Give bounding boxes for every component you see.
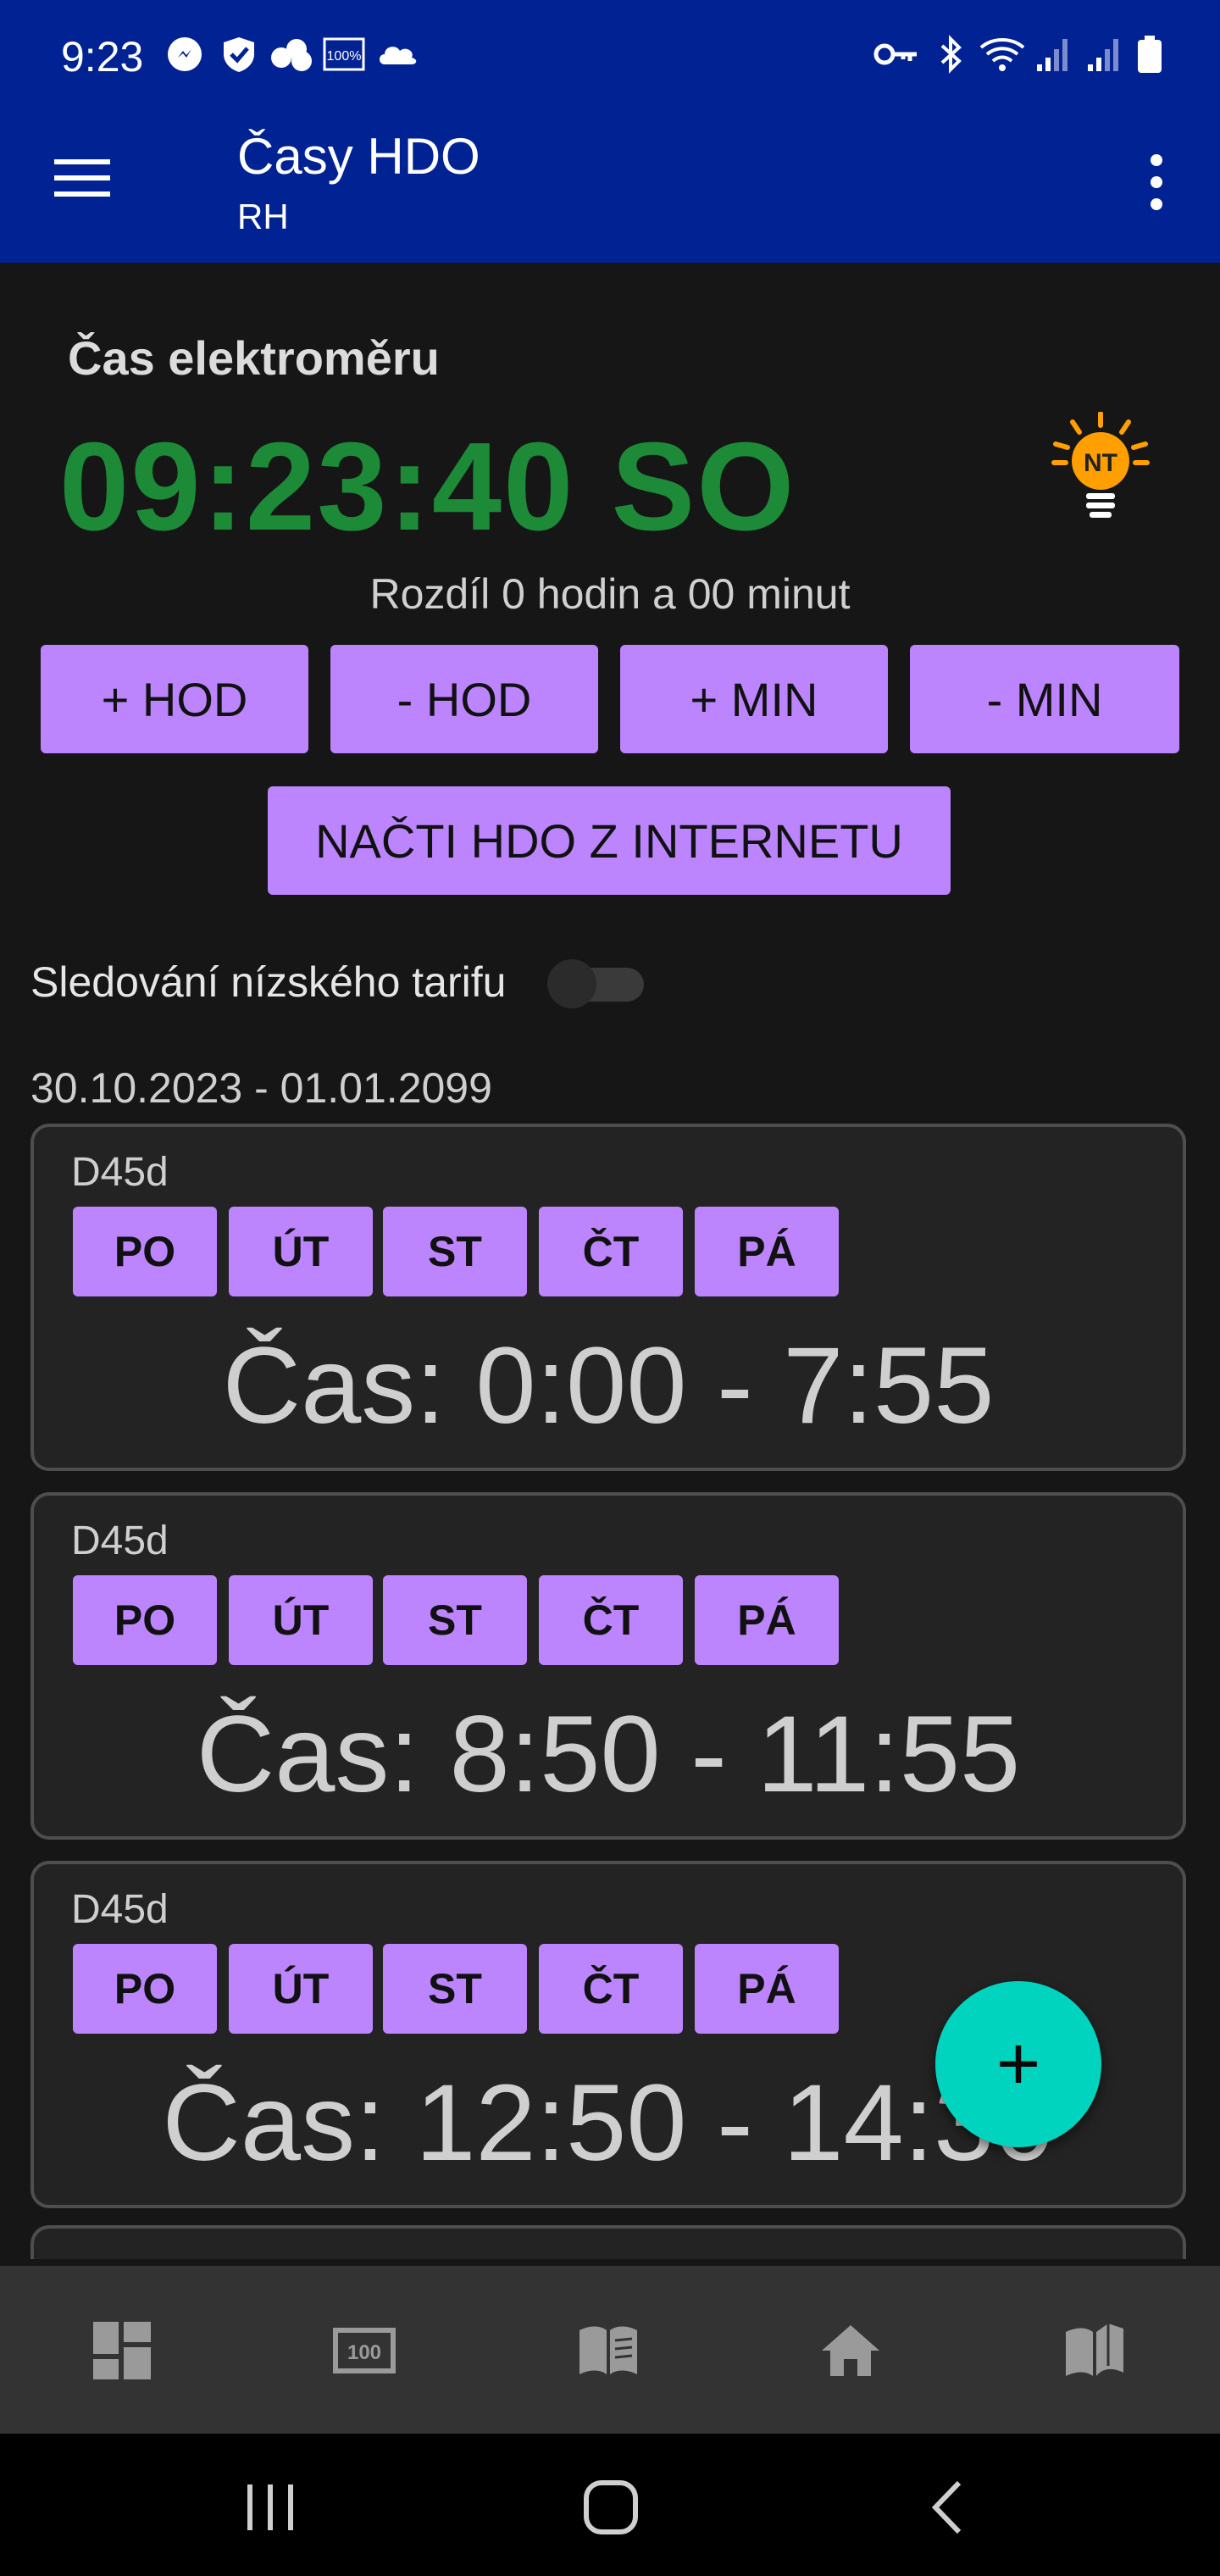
schedule-card-partial[interactable] [30,2225,1186,2259]
schedule-card[interactable]: D45d PO ÚT ST ČT PÁ Čas: 8:50 - 11:55 [30,1492,1186,1840]
day-chip: ÚT [229,1575,373,1665]
hour-plus-button[interactable]: + HOD [41,645,308,753]
card-code: D45d [71,1887,169,1932]
more-vert-icon[interactable] [1135,148,1178,216]
day-chip: ÚT [229,1207,373,1296]
day-chip: PÁ [695,1575,839,1665]
tracking-toggle[interactable] [547,959,647,1008]
day-chip: ST [383,1944,527,2034]
bluetooth-icon [940,35,962,74]
day-chip: ÚT [229,1944,373,2034]
messenger-icon [168,37,202,71]
day-chip: PO [73,1944,217,2034]
lightbulb-nt-icon: NT [1051,412,1150,518]
time-difference: Rozdíl 0 hodin a 00 minut [369,570,851,618]
card-time: Čas: 8:50 - 11:55 [196,1694,1021,1815]
cloud-group-icon [271,39,312,71]
add-fab-button[interactable]: + [935,1981,1101,2147]
key-icon [873,43,917,65]
signal-icon [1037,39,1068,71]
home-button-icon[interactable] [581,2478,640,2537]
hamburger-menu-icon[interactable] [51,153,115,203]
minute-plus-button[interactable]: + MIN [620,645,888,753]
battery-100-box-icon: 100% [323,37,365,71]
tariff-badge: NT [1084,449,1117,477]
back-icon[interactable] [920,2478,979,2537]
load-hdo-button[interactable]: NAČTI HDO Z INTERNETU [268,786,951,895]
meter-time: 09:23:40 SO [59,417,796,557]
date-range: 30.10.2023 - 01.01.2099 [30,1064,492,1112]
shield-check-icon [224,37,254,72]
day-chip: PÁ [695,1944,839,2034]
toggle-thumb [547,959,596,1008]
card-code: D45d [71,1150,169,1195]
hour-minus-button[interactable]: - HOD [330,645,598,753]
schedule-card[interactable]: D45d PO ÚT ST ČT PÁ Čas: 0:00 - 7:55 [30,1124,1186,1471]
day-chip: ČT [539,1944,683,2034]
day-chip: PO [73,1575,217,1665]
card-time: Čas: 0:00 - 7:55 [222,1325,995,1446]
tracking-label: Sledování nízského tarifu [30,958,507,1006]
day-chip: ČT [539,1207,683,1296]
meter-counter-icon[interactable]: 100 [332,2318,396,2383]
book-map-icon[interactable] [1062,2318,1127,2383]
cloud-icon [380,47,417,64]
page-title: Časy HDO [237,128,480,185]
card-code: D45d [71,1518,169,1563]
home-icon[interactable] [818,2318,883,2383]
dashboard-icon[interactable] [90,2318,154,2383]
day-chip: PO [73,1207,217,1296]
app-bar [0,110,1220,263]
svg-text:100: 100 [347,2341,381,2364]
day-chip: ST [383,1575,527,1665]
signal-icon-2 [1088,39,1118,71]
day-chip: PÁ [695,1207,839,1296]
page-subtitle: RH [237,197,289,236]
meter-label: Čas elektroměru [68,331,440,385]
book-list-icon[interactable] [576,2318,640,2383]
recent-apps-icon[interactable] [241,2478,300,2537]
battery-icon [1138,36,1162,73]
wifi-icon [979,38,1025,71]
svg-text:100%: 100% [327,49,362,64]
day-chip: ČT [539,1575,683,1665]
status-time: 9:23 [61,33,144,80]
day-chip: ST [383,1207,527,1296]
minute-minus-button[interactable]: - MIN [910,645,1179,753]
